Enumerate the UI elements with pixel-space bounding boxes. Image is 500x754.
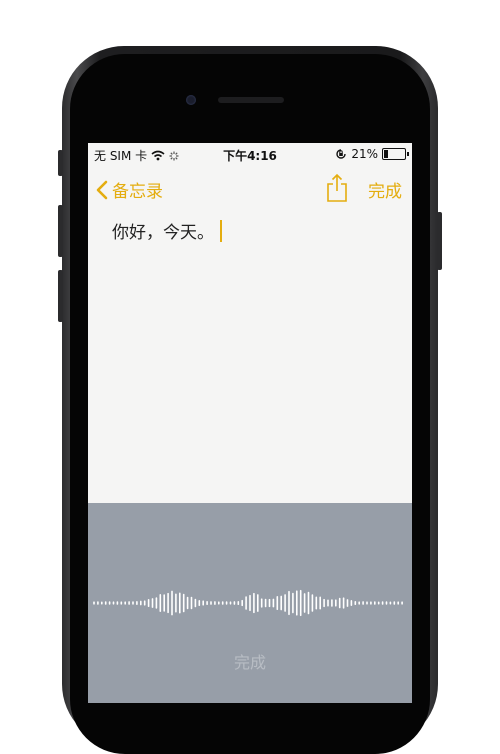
battery-level <box>384 150 389 158</box>
battery-icon <box>382 148 409 160</box>
back-button[interactable]: 备忘录 <box>96 177 163 202</box>
note-body[interactable]: 你好，今天。 <box>112 218 222 243</box>
waveform-icon <box>93 589 403 617</box>
back-label: 备忘录 <box>112 182 163 202</box>
share-icon <box>327 173 347 202</box>
volume-up-button <box>58 205 63 257</box>
dictation-done-button[interactable]: 完成 <box>88 649 412 673</box>
nav-bar: 备忘录 完成 <box>88 171 412 207</box>
silent-switch <box>58 150 63 176</box>
screen: 无 SIM 卡 下午4:16 21% 备忘录 完成 你好，今天。 完成 <box>88 143 412 703</box>
front-camera <box>186 95 196 105</box>
text-cursor <box>220 219 222 242</box>
earpiece-speaker <box>218 97 284 103</box>
back-chevron-icon <box>96 180 108 199</box>
note-text[interactable]: 你好，今天。 <box>112 218 214 243</box>
battery-percent: 21% <box>351 147 378 161</box>
volume-down-button <box>58 270 63 322</box>
power-button <box>437 212 442 270</box>
done-button[interactable]: 完成 <box>368 177 402 202</box>
dictation-panel: 完成 <box>88 503 412 703</box>
share-button[interactable] <box>326 173 348 207</box>
orientation-lock-icon <box>336 149 347 159</box>
status-bar: 无 SIM 卡 下午4:16 21% <box>88 143 412 165</box>
